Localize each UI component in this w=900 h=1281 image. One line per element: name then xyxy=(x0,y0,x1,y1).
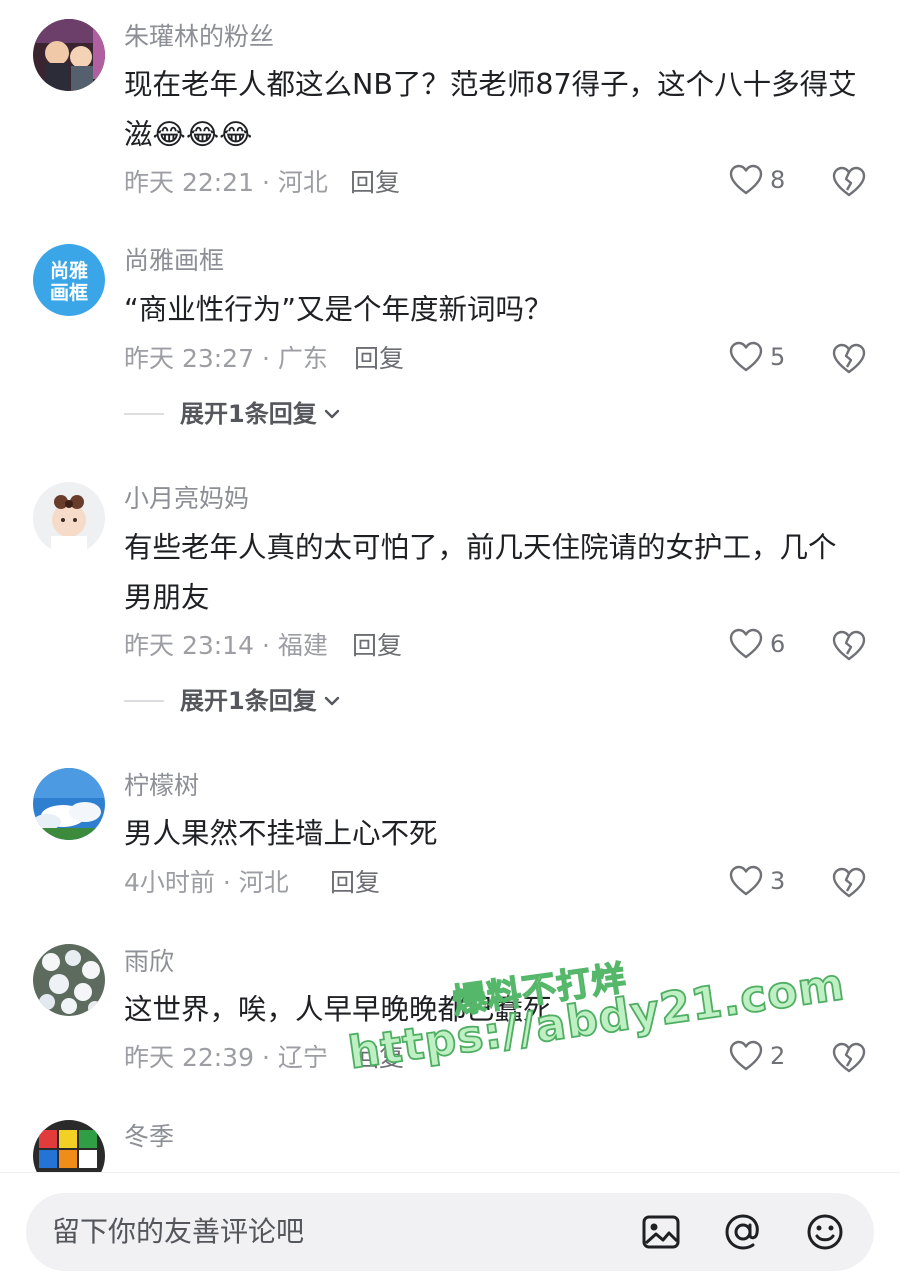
comment-text: “商业性行为”又是个年度新词吗？ xyxy=(124,293,553,326)
like-count: 2 xyxy=(770,1042,786,1070)
expand-replies-button[interactable]: 展开1条回复 xyxy=(124,399,341,429)
heart-outline-icon xyxy=(729,628,763,659)
avatar[interactable] xyxy=(33,482,105,554)
like-button[interactable]: 8 xyxy=(729,164,785,196)
avatar[interactable] xyxy=(33,19,105,91)
comment-text: 这世界，唉，人早早晚晚都已蠢死 xyxy=(124,993,552,1026)
comment-username[interactable]: 朱瓘林的粉丝 xyxy=(124,22,274,52)
heart-outline-icon xyxy=(729,341,763,372)
avatar-image xyxy=(33,19,105,91)
chevron-down-icon xyxy=(324,696,339,706)
reply-button[interactable]: 回复 xyxy=(330,868,380,898)
heart-outline-icon xyxy=(729,164,763,195)
comment-meta: 昨天 23:27 · 广东 xyxy=(124,344,328,373)
like-button[interactable]: 3 xyxy=(729,865,785,897)
comment-meta: 昨天 23:14 · 福建 xyxy=(124,631,328,660)
comment-input[interactable]: 留下你的友善评论吧 xyxy=(26,1193,874,1271)
broken-heart-icon[interactable] xyxy=(832,1041,866,1075)
like-button[interactable]: 2 xyxy=(729,1040,785,1072)
heart-outline-icon xyxy=(729,865,763,896)
expand-replies-label: 展开1条回复 xyxy=(180,687,317,715)
image-icon[interactable] xyxy=(640,1211,682,1253)
heart-outline-icon xyxy=(729,1040,763,1071)
laugh-cry-emoji: 😂😂😂 xyxy=(152,118,253,151)
avatar-image xyxy=(33,768,105,840)
comment-text: 现在老年人都这么NB了？范老师87得子，这个八十多得艾滋😂😂😂 xyxy=(124,60,874,160)
comment-input-bar: 留下你的友善评论吧 xyxy=(0,1172,900,1281)
avatar[interactable]: 尚雅 画框 xyxy=(33,244,105,316)
like-count: 3 xyxy=(770,867,786,895)
comment-username[interactable]: 雨欣 xyxy=(124,947,174,977)
reply-button[interactable]: 回复 xyxy=(350,168,400,198)
comment-username[interactable]: 小月亮妈妈 xyxy=(124,484,249,514)
avatar[interactable] xyxy=(33,768,105,840)
reply-button[interactable]: 回复 xyxy=(354,344,404,374)
like-count: 6 xyxy=(770,630,786,658)
broken-heart-icon[interactable] xyxy=(832,866,866,900)
avatar-image: 尚雅 画框 xyxy=(33,244,105,316)
broken-heart-icon[interactable] xyxy=(832,629,866,663)
avatar-logo-text-bottom: 画框 xyxy=(50,281,88,304)
broken-heart-icon[interactable] xyxy=(832,165,866,199)
broken-heart-icon[interactable] xyxy=(832,342,866,376)
at-icon[interactable] xyxy=(722,1211,764,1253)
like-button[interactable]: 5 xyxy=(729,341,785,373)
chevron-down-icon xyxy=(324,409,339,419)
like-button[interactable]: 6 xyxy=(729,628,785,660)
avatar-logo-text-top: 尚雅 xyxy=(50,259,88,282)
comment-meta: 4小时前 · 河北 xyxy=(124,868,289,897)
comment-meta: 昨天 22:39 · 辽宁 xyxy=(124,1043,328,1072)
smiley-icon[interactable] xyxy=(804,1211,846,1253)
like-count: 5 xyxy=(770,343,786,371)
expand-divider xyxy=(124,413,164,415)
comment-meta: 昨天 22:21 · 河北 xyxy=(124,168,328,197)
avatar-image xyxy=(33,944,105,1016)
comment-username[interactable]: 尚雅画框 xyxy=(124,246,224,276)
expand-divider xyxy=(124,700,164,702)
expand-replies-button[interactable]: 展开1条回复 xyxy=(124,686,341,716)
reply-button[interactable]: 回复 xyxy=(352,631,402,661)
expand-replies-label: 展开1条回复 xyxy=(180,400,317,428)
comment-text: 有些老年人真的太可怕了，前几天住院请的女护工，几个男朋友 xyxy=(124,531,837,614)
like-count: 8 xyxy=(770,166,786,194)
comment-username[interactable]: 柠檬树 xyxy=(124,771,199,801)
comment-username[interactable]: 冬季 xyxy=(124,1122,174,1152)
reply-button[interactable]: 回复 xyxy=(354,1043,404,1073)
avatar-image xyxy=(33,482,105,554)
comment-input-placeholder: 留下你的友善评论吧 xyxy=(52,1215,305,1248)
comment-text: 男人果然不挂墙上心不死 xyxy=(124,817,438,850)
avatar[interactable] xyxy=(33,944,105,1016)
